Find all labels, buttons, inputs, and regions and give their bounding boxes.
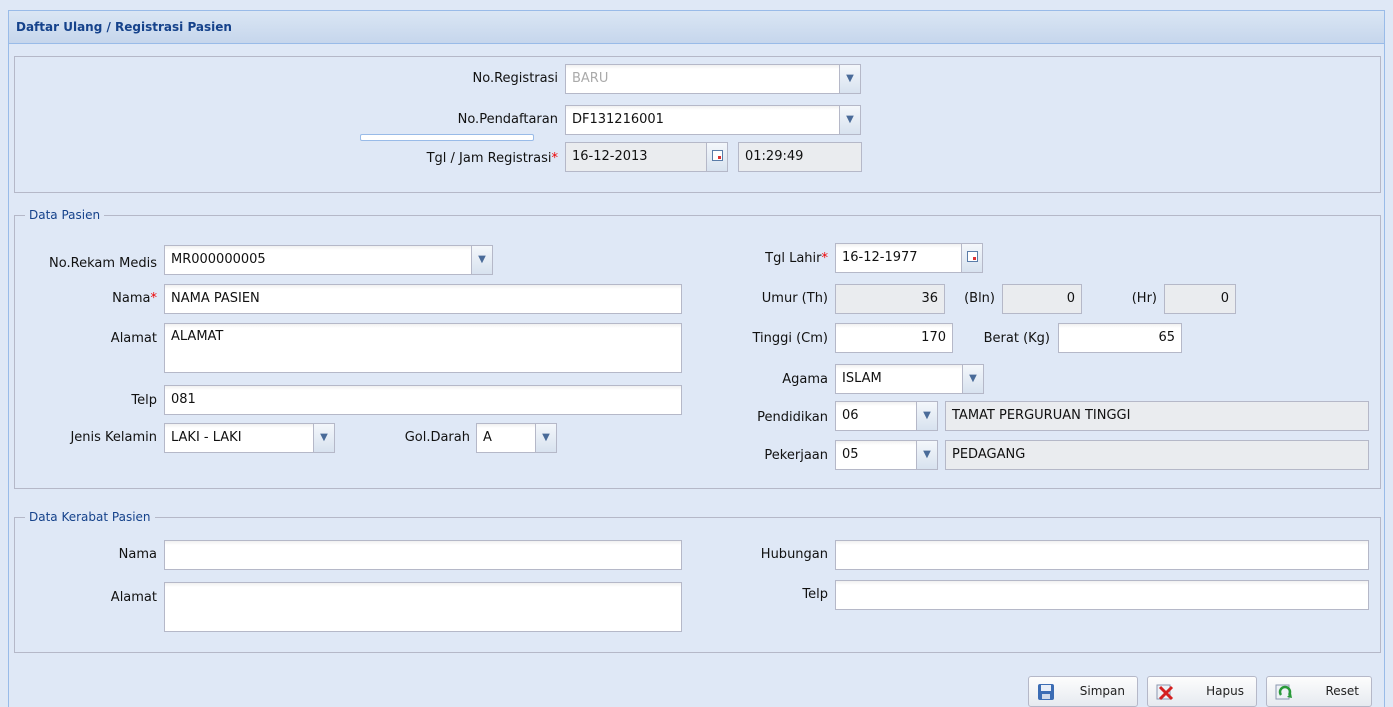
pekerjaan-desc-field: PEDAGANG bbox=[945, 440, 1369, 470]
jam-registrasi-field[interactable]: 01:29:49 bbox=[738, 142, 862, 172]
nama-label: Nama* bbox=[60, 291, 157, 307]
kerabat-alamat-field[interactable] bbox=[164, 582, 682, 632]
kerabat-hubungan-label: Hubungan bbox=[760, 547, 828, 562]
telp-label: Telp bbox=[131, 393, 157, 408]
no-rm-field[interactable]: MR000000005 bbox=[164, 245, 472, 275]
tgl-registrasi-field[interactable]: 16-12-2013 bbox=[565, 142, 707, 172]
chevron-down-icon: ▼ bbox=[969, 373, 977, 384]
tgl-lahir-label: Tgl Lahir* bbox=[700, 251, 828, 267]
umur-th-label: Umur (Th) bbox=[761, 291, 828, 306]
red-x-icon bbox=[1156, 684, 1174, 701]
data-kerabat-legend: Data Kerabat Pasien bbox=[25, 510, 155, 524]
no-pendaftaran-dropdown-trigger[interactable]: ▼ bbox=[839, 105, 861, 135]
jenis-kelamin-label: Jenis Kelamin bbox=[70, 430, 157, 445]
no-registrasi-label: No.Registrasi bbox=[472, 71, 558, 86]
chevron-down-icon: ▼ bbox=[846, 114, 854, 125]
kerabat-hubungan-field[interactable] bbox=[835, 540, 1369, 570]
reset-button[interactable]: Reset bbox=[1266, 676, 1372, 707]
jenis-kelamin-field[interactable]: LAKI - LAKI bbox=[164, 423, 314, 453]
no-pendaftaran-label: No.Pendaftaran bbox=[457, 112, 558, 127]
pendidikan-code-field[interactable]: 06 bbox=[835, 401, 917, 431]
no-rm-dropdown-trigger[interactable]: ▼ bbox=[471, 245, 493, 275]
tinggi-field[interactable]: 170 bbox=[835, 323, 953, 353]
telp-pasien-field[interactable]: 081 bbox=[164, 385, 682, 415]
umur-bln-field: 0 bbox=[1002, 284, 1082, 314]
berat-label: Berat (Kg) bbox=[983, 331, 1050, 346]
tgl-lahir-field[interactable]: 16-12-1977 bbox=[835, 243, 962, 273]
kerabat-alamat-label: Alamat bbox=[110, 590, 157, 605]
reset-label: Reset bbox=[1325, 684, 1359, 698]
umur-bln-label: (Bln) bbox=[964, 291, 995, 306]
alamat-label: Alamat bbox=[110, 331, 157, 346]
simpan-button[interactable]: Simpan bbox=[1028, 676, 1138, 707]
agama-field[interactable]: ISLAM bbox=[835, 364, 963, 394]
chevron-down-icon: ▼ bbox=[478, 254, 486, 265]
pekerjaan-label: Pekerjaan bbox=[764, 448, 828, 463]
gol-darah-field[interactable]: A bbox=[476, 423, 536, 453]
pendidikan-desc-field: TAMAT PERGURUAN TINGGI bbox=[945, 401, 1369, 431]
agama-label: Agama bbox=[782, 372, 828, 387]
tgl-jam-registrasi-label: Tgl / Jam Registrasi* bbox=[360, 151, 558, 167]
pendidikan-dropdown-trigger[interactable]: ▼ bbox=[916, 401, 938, 431]
chevron-down-icon: ▼ bbox=[542, 432, 550, 443]
agama-dropdown-trigger[interactable]: ▼ bbox=[962, 364, 984, 394]
tinggi-label: Tinggi (Cm) bbox=[752, 331, 828, 346]
no-registrasi-dropdown-trigger[interactable]: ▼ bbox=[839, 64, 861, 94]
kerabat-nama-field[interactable] bbox=[164, 540, 682, 570]
chevron-down-icon: ▼ bbox=[923, 449, 931, 460]
window-title: Daftar Ulang / Registrasi Pasien bbox=[16, 20, 232, 34]
progress-bar bbox=[360, 134, 534, 141]
no-pendaftaran-field[interactable]: DF131216001 bbox=[565, 105, 840, 135]
no-registrasi-field[interactable]: BARU bbox=[565, 64, 840, 94]
data-pasien-legend: Data Pasien bbox=[25, 208, 105, 222]
umur-hr-label: (Hr) bbox=[1131, 291, 1157, 306]
gol-darah-dropdown-trigger[interactable]: ▼ bbox=[535, 423, 557, 453]
simpan-label: Simpan bbox=[1079, 684, 1125, 698]
required-mark: * bbox=[551, 151, 559, 166]
required-mark: * bbox=[150, 291, 158, 306]
alamat-pasien-field[interactable]: ALAMAT bbox=[164, 323, 682, 373]
pekerjaan-code-field[interactable]: 05 bbox=[835, 440, 917, 470]
chevron-down-icon: ▼ bbox=[923, 410, 931, 421]
umur-hr-field: 0 bbox=[1164, 284, 1236, 314]
chevron-down-icon: ▼ bbox=[320, 432, 328, 443]
nama-pasien-field[interactable]: NAMA PASIEN bbox=[164, 284, 682, 314]
no-rm-label: No.Rekam Medis bbox=[49, 256, 157, 271]
nama-label-text: Nama bbox=[112, 291, 151, 306]
jenis-kelamin-dropdown-trigger[interactable]: ▼ bbox=[313, 423, 335, 453]
kerabat-telp-label: Telp bbox=[802, 587, 828, 602]
window-title-bar: Daftar Ulang / Registrasi Pasien bbox=[8, 10, 1385, 44]
kerabat-nama-label: Nama bbox=[118, 547, 157, 562]
pekerjaan-dropdown-trigger[interactable]: ▼ bbox=[916, 440, 938, 470]
hapus-label: Hapus bbox=[1206, 684, 1244, 698]
refresh-icon bbox=[1275, 684, 1292, 700]
tgl-jam-label-text: Tgl / Jam Registrasi bbox=[426, 151, 552, 166]
calendar-icon[interactable] bbox=[961, 243, 983, 273]
kerabat-telp-field[interactable] bbox=[835, 580, 1369, 610]
berat-field[interactable]: 65 bbox=[1058, 323, 1182, 353]
gol-darah-label: Gol.Darah bbox=[404, 430, 470, 445]
chevron-down-icon: ▼ bbox=[846, 73, 854, 84]
pendidikan-label: Pendidikan bbox=[757, 410, 828, 425]
floppy-disk-icon bbox=[1038, 684, 1054, 700]
required-mark: * bbox=[821, 251, 829, 266]
calendar-icon[interactable] bbox=[706, 142, 728, 172]
umur-th-field: 36 bbox=[835, 284, 945, 314]
tgl-lahir-label-text: Tgl Lahir bbox=[765, 251, 822, 266]
hapus-button[interactable]: Hapus bbox=[1147, 676, 1257, 707]
